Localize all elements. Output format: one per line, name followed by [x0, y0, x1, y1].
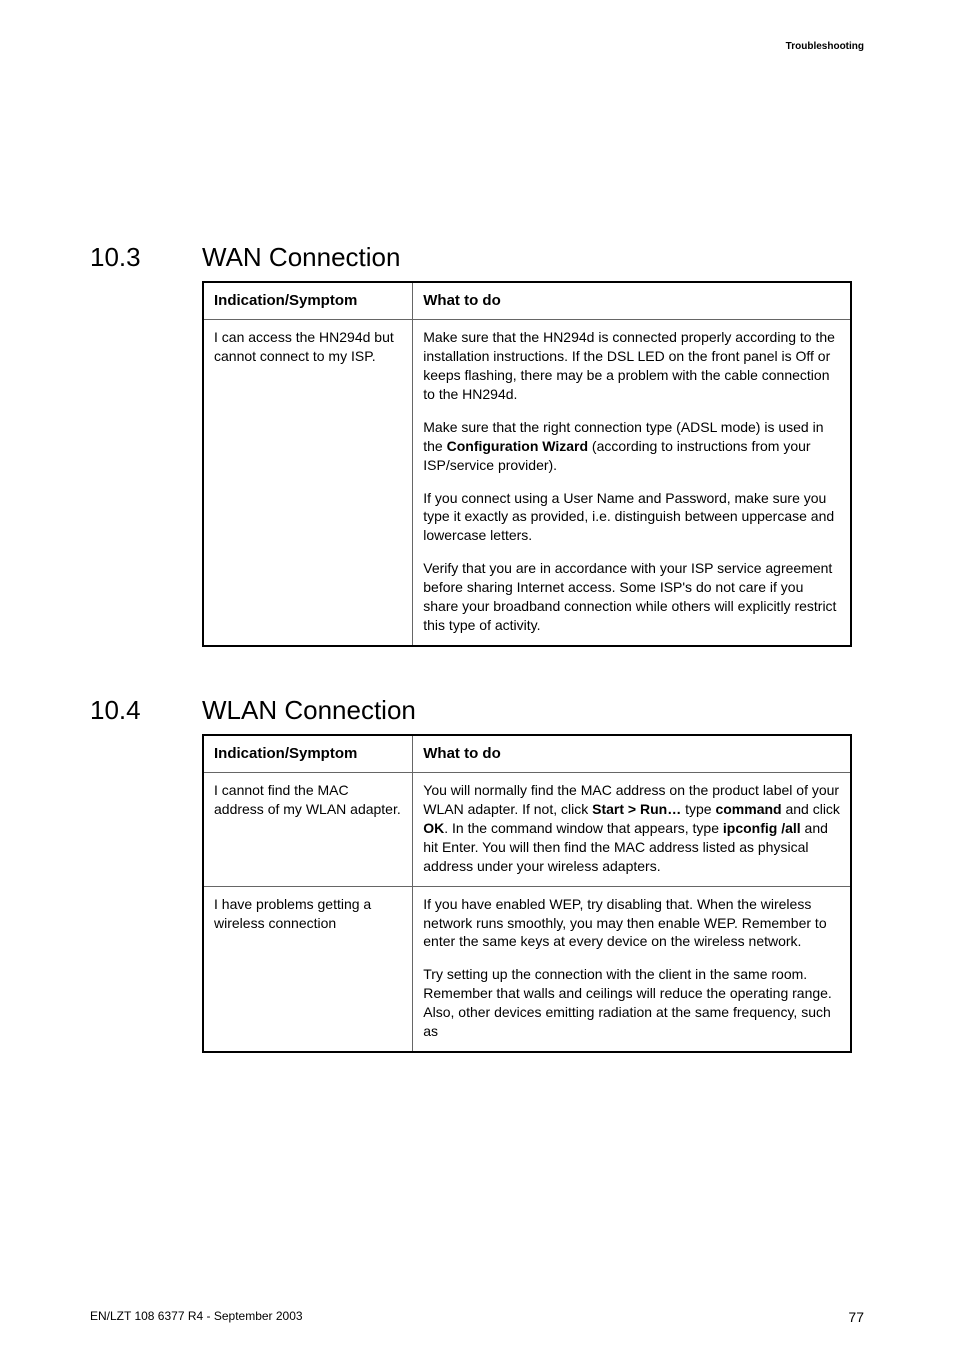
page: Troubleshooting 10.3 WAN Connection Indi… [0, 0, 954, 1351]
action-paragraph: You will normally find the MAC address o… [423, 781, 840, 875]
section-heading-row: 10.3 WAN Connection [90, 240, 864, 275]
table-header-row: Indication/Symptom What to do [203, 735, 851, 773]
symptom-cell: I cannot find the MAC address of my WLAN… [203, 773, 413, 886]
action-paragraph: Try setting up the connection with the c… [423, 965, 840, 1041]
page-footer: EN/LZT 108 6377 R4 - September 2003 77 [90, 1308, 864, 1327]
col-header-symptom: Indication/Symptom [203, 282, 413, 320]
table-row: I can access the HN294d but cannot conne… [203, 320, 851, 646]
table-row: I have problems getting a wireless conne… [203, 886, 851, 1052]
action-paragraph: Verify that you are in accordance with y… [423, 559, 840, 635]
action-paragraph: If you connect using a User Name and Pas… [423, 489, 840, 546]
table-row: I cannot find the MAC address of my WLAN… [203, 773, 851, 886]
action-paragraph: Make sure that the right connection type… [423, 418, 840, 475]
action-bold: Configuration Wizard [447, 438, 588, 454]
action-bold: Start > Run… [592, 801, 681, 817]
footer-page-number: 77 [848, 1308, 864, 1327]
section-number: 10.3 [90, 240, 146, 275]
action-text: . In the command window that appears, ty… [444, 820, 723, 836]
action-bold: OK [423, 820, 444, 836]
wlan-troubleshooting-table: Indication/Symptom What to do I cannot f… [202, 734, 852, 1053]
section-wlan-connection: 10.4 WLAN Connection Indication/Symptom … [90, 693, 864, 1053]
section-title: WAN Connection [202, 240, 400, 275]
section-wan-connection: 10.3 WAN Connection Indication/Symptom W… [90, 240, 864, 647]
running-header: Troubleshooting [786, 40, 864, 54]
action-text: and click [782, 801, 840, 817]
col-header-symptom: Indication/Symptom [203, 735, 413, 773]
action-paragraph: If you have enabled WEP, try disabling t… [423, 895, 840, 952]
page-content: 10.3 WAN Connection Indication/Symptom W… [90, 240, 864, 1053]
action-cell: If you have enabled WEP, try disabling t… [413, 886, 851, 1052]
wan-table-wrap: Indication/Symptom What to do I can acce… [202, 281, 864, 647]
action-bold: ipconfig /all [723, 820, 801, 836]
action-text: type [681, 801, 715, 817]
action-paragraph: Make sure that the HN294d is connected p… [423, 328, 840, 404]
section-title: WLAN Connection [202, 693, 416, 728]
section-heading-row: 10.4 WLAN Connection [90, 693, 864, 728]
table-header-row: Indication/Symptom What to do [203, 282, 851, 320]
symptom-cell: I can access the HN294d but cannot conne… [203, 320, 413, 646]
action-cell: Make sure that the HN294d is connected p… [413, 320, 851, 646]
symptom-cell: I have problems getting a wireless conne… [203, 886, 413, 1052]
action-cell: You will normally find the MAC address o… [413, 773, 851, 886]
section-number: 10.4 [90, 693, 146, 728]
wan-troubleshooting-table: Indication/Symptom What to do I can acce… [202, 281, 852, 647]
wlan-table-wrap: Indication/Symptom What to do I cannot f… [202, 734, 864, 1053]
col-header-action: What to do [413, 282, 851, 320]
col-header-action: What to do [413, 735, 851, 773]
footer-docid: EN/LZT 108 6377 R4 - September 2003 [90, 1308, 303, 1327]
action-bold: command [715, 801, 781, 817]
